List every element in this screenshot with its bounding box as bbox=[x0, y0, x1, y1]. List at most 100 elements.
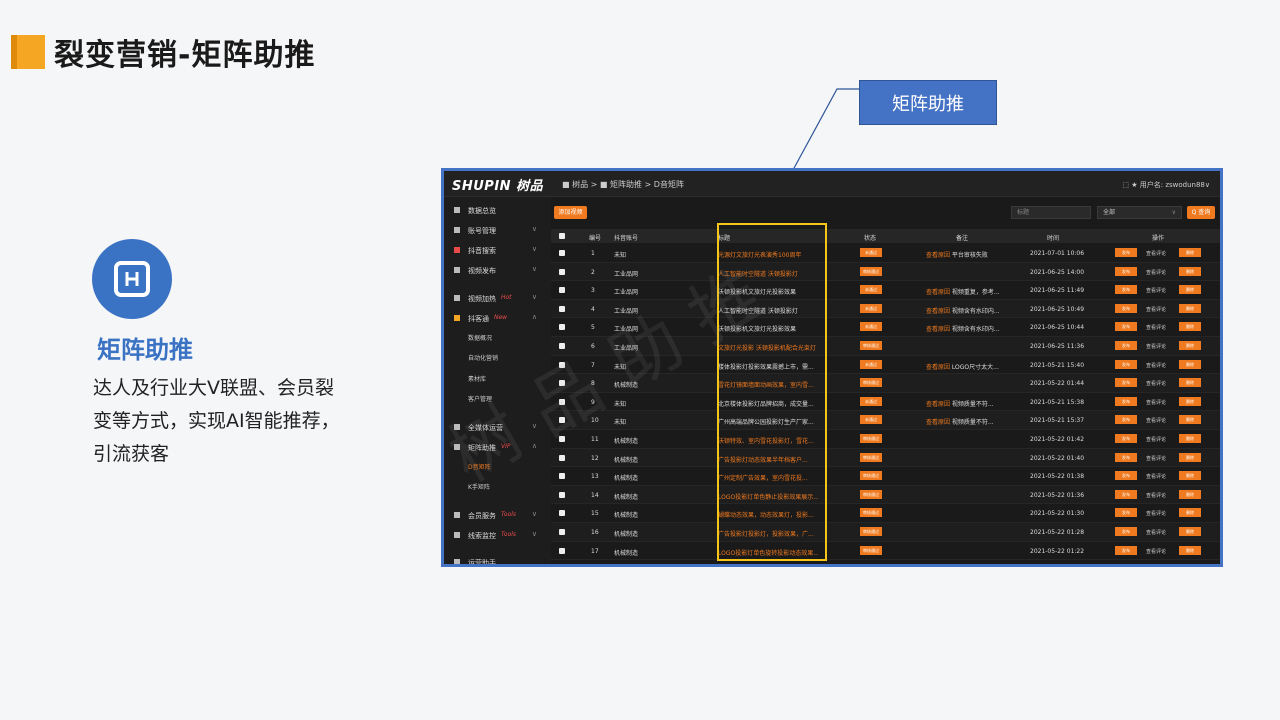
row-checkbox[interactable] bbox=[559, 454, 565, 461]
view-comments-button[interactable]: 查看评论 bbox=[1146, 455, 1166, 462]
sidebar-subitem[interactable]: 自动化营销 bbox=[468, 353, 498, 362]
row-title[interactable]: 沃顿投影机文旅灯光投影效果 bbox=[718, 324, 818, 333]
delete-button[interactable]: 删除 bbox=[1179, 508, 1201, 518]
sidebar-item-matrix[interactable]: 矩阵助推 VIP ∧ bbox=[444, 442, 551, 456]
publish-button[interactable]: 发布 bbox=[1115, 322, 1137, 332]
delete-button[interactable]: 删除 bbox=[1179, 359, 1201, 369]
sidebar-subitem[interactable]: 素材库 bbox=[468, 374, 486, 383]
sidebar-item-publish[interactable]: 视频发布 ∨ bbox=[444, 265, 551, 279]
row-title[interactable]: 雪花灯镜面墙面动画效果，室内雪... bbox=[718, 380, 818, 389]
delete-button[interactable]: 删除 bbox=[1179, 527, 1201, 536]
delete-button[interactable]: 删除 bbox=[1179, 415, 1201, 425]
sidebar-item-leads[interactable]: 线索监控 Tools ∨ bbox=[444, 530, 551, 544]
row-checkbox[interactable] bbox=[559, 547, 565, 554]
row-title[interactable]: 文旅灯光投影 沃顿投影机配合光束灯 bbox=[718, 343, 818, 352]
row-checkbox[interactable] bbox=[559, 268, 565, 275]
select-all-checkbox[interactable] bbox=[559, 233, 565, 239]
row-checkbox[interactable] bbox=[559, 250, 565, 256]
view-comments-button[interactable]: 查看评论 bbox=[1146, 250, 1166, 257]
sidebar-item-heat[interactable]: 视频加热 Hot ∨ bbox=[444, 293, 551, 307]
publish-button[interactable]: 发布 bbox=[1115, 415, 1137, 425]
delete-button[interactable]: 删除 bbox=[1179, 471, 1201, 481]
delete-button[interactable]: 删除 bbox=[1179, 341, 1201, 350]
delete-button[interactable]: 删除 bbox=[1179, 303, 1201, 313]
row-checkbox[interactable] bbox=[559, 305, 565, 312]
delete-button[interactable]: 删除 bbox=[1179, 378, 1201, 388]
breadcrumb[interactable]: ■ 树品 > ■ 矩阵助推 > D音矩阵 bbox=[562, 179, 684, 190]
delete-button[interactable]: 删除 bbox=[1179, 266, 1201, 276]
view-comments-button[interactable]: 查看评论 bbox=[1146, 399, 1166, 406]
sidebar-item-media[interactable]: 全媒体运营 ∨ bbox=[444, 422, 551, 436]
delete-button[interactable]: 删除 bbox=[1179, 452, 1201, 462]
view-comments-button[interactable]: 查看评论 bbox=[1146, 380, 1166, 387]
view-comments-button[interactable]: 查看评论 bbox=[1146, 269, 1166, 276]
row-checkbox[interactable] bbox=[559, 343, 565, 349]
view-comments-button[interactable]: 查看评论 bbox=[1146, 548, 1166, 555]
row-checkbox[interactable] bbox=[559, 398, 565, 405]
view-reason-link[interactable]: 查看原因 bbox=[926, 252, 950, 259]
row-title[interactable]: 楼体投影灯投影效果震撼上市，需... bbox=[718, 362, 818, 371]
row-title[interactable]: LOGO投影灯单色旋转投影动态效果... bbox=[718, 548, 818, 557]
row-title[interactable]: 人工智能时空隧道 沃顿投影灯 bbox=[718, 306, 818, 315]
view-comments-button[interactable]: 查看评论 bbox=[1146, 362, 1166, 369]
row-note[interactable]: 查看原因 视频质量不符... bbox=[926, 399, 1006, 408]
publish-button[interactable]: 发布 bbox=[1115, 285, 1137, 295]
row-checkbox[interactable] bbox=[559, 380, 565, 387]
publish-button[interactable]: 发布 bbox=[1115, 266, 1137, 276]
search-button[interactable]: Q 查询 bbox=[1187, 206, 1215, 219]
view-reason-link[interactable]: 查看原因 bbox=[926, 326, 950, 333]
delete-button[interactable]: 删除 bbox=[1179, 489, 1201, 499]
publish-button[interactable]: 发布 bbox=[1115, 359, 1137, 369]
row-checkbox[interactable] bbox=[559, 417, 565, 424]
sidebar-item-accounts[interactable]: 账号管理 ∨ bbox=[444, 225, 551, 239]
view-reason-link[interactable]: 查看原因 bbox=[926, 364, 950, 371]
publish-button[interactable]: 发布 bbox=[1115, 434, 1137, 443]
add-video-button[interactable]: 添加视频 bbox=[554, 206, 587, 219]
view-comments-button[interactable]: 查看评论 bbox=[1146, 343, 1166, 350]
row-checkbox[interactable] bbox=[559, 510, 565, 517]
row-title[interactable]: LOGO投影灯单色静止投影效果展示... bbox=[718, 492, 818, 501]
view-comments-button[interactable]: 查看评论 bbox=[1146, 473, 1166, 480]
row-checkbox[interactable] bbox=[559, 361, 565, 368]
row-note[interactable]: 查看原因 视频含有水印内... bbox=[926, 306, 1006, 315]
sidebar-subitem[interactable]: 数据概况 bbox=[468, 333, 492, 342]
view-comments-button[interactable]: 查看评论 bbox=[1146, 436, 1166, 443]
delete-button[interactable]: 删除 bbox=[1179, 248, 1201, 257]
row-note[interactable]: 查看原因 LOGO尺寸太大... bbox=[926, 362, 1006, 371]
sidebar-item-search[interactable]: 抖音搜索 ∨ bbox=[444, 245, 551, 259]
publish-button[interactable]: 发布 bbox=[1115, 489, 1137, 499]
row-checkbox[interactable] bbox=[559, 491, 565, 498]
delete-button[interactable]: 删除 bbox=[1179, 322, 1201, 332]
view-comments-button[interactable]: 查看评论 bbox=[1146, 324, 1166, 331]
publish-button[interactable]: 发布 bbox=[1115, 396, 1137, 406]
row-checkbox[interactable] bbox=[559, 287, 565, 294]
row-title[interactable]: 广告投影灯动态效果半年档客户... bbox=[718, 455, 818, 464]
view-comments-button[interactable]: 查看评论 bbox=[1146, 306, 1166, 313]
publish-button[interactable]: 发布 bbox=[1115, 471, 1137, 481]
view-comments-button[interactable]: 查看评论 bbox=[1146, 529, 1166, 536]
view-reason-link[interactable]: 查看原因 bbox=[926, 419, 950, 426]
view-comments-button[interactable]: 查看评论 bbox=[1146, 287, 1166, 294]
view-reason-link[interactable]: 查看原因 bbox=[926, 289, 950, 296]
delete-button[interactable]: 删除 bbox=[1179, 545, 1201, 555]
publish-button[interactable]: 发布 bbox=[1115, 303, 1137, 313]
row-title[interactable]: 光源灯文旅灯光表演秀100周年 bbox=[718, 250, 818, 259]
sidebar-subitem-active[interactable]: D音矩阵 bbox=[468, 462, 491, 471]
delete-button[interactable]: 删除 bbox=[1179, 434, 1201, 443]
publish-button[interactable]: 发布 bbox=[1115, 341, 1137, 350]
publish-button[interactable]: 发布 bbox=[1115, 452, 1137, 462]
view-comments-button[interactable]: 查看评论 bbox=[1146, 492, 1166, 499]
publish-button[interactable]: 发布 bbox=[1115, 545, 1137, 555]
view-reason-link[interactable]: 查看原因 bbox=[926, 401, 950, 408]
row-checkbox[interactable] bbox=[559, 529, 565, 535]
delete-button[interactable]: 删除 bbox=[1179, 396, 1201, 406]
row-checkbox[interactable] bbox=[559, 473, 565, 480]
row-title[interactable]: 北京楼体投影灯品牌招商，成交量... bbox=[718, 399, 818, 408]
sidebar-subitem[interactable]: 客户管理 bbox=[468, 394, 492, 403]
publish-button[interactable]: 发布 bbox=[1115, 378, 1137, 388]
view-comments-button[interactable]: 查看评论 bbox=[1146, 510, 1166, 517]
sidebar-item-overview[interactable]: 数据总览 bbox=[444, 205, 551, 219]
row-note[interactable]: 查看原因 视频重复，参考... bbox=[926, 287, 1006, 296]
row-title[interactable]: 沃顿特效、室内雪花投影灯，雪花... bbox=[718, 436, 818, 445]
row-title[interactable]: 广州高端品牌公园投影灯生产厂家... bbox=[718, 417, 818, 426]
